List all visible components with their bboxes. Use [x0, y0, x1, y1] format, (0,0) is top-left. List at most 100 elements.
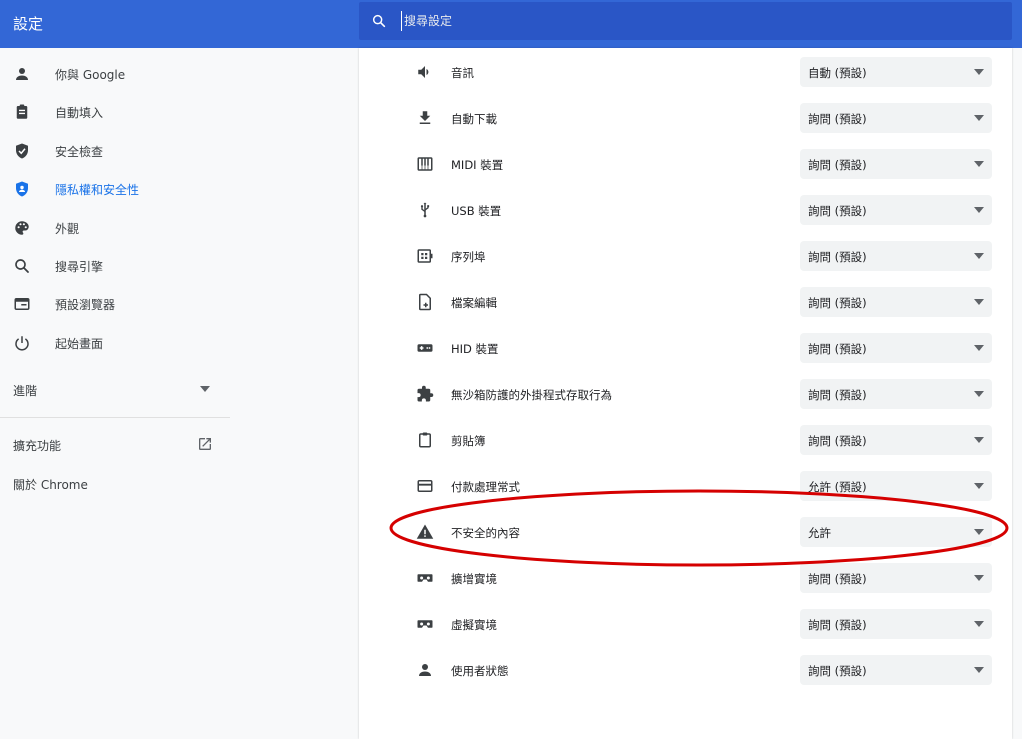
sidebar-item-safety-check[interactable]: 安全檢查: [0, 132, 232, 170]
permission-row-automatic-downloads[interactable]: 自動下載 詢問 (預設): [359, 95, 1012, 141]
search-input[interactable]: [401, 11, 984, 31]
permission-row-hid-devices[interactable]: HID 裝置 詢問 (預設): [359, 325, 1012, 371]
permission-select-value: 詢問 (預設): [808, 434, 867, 448]
warning-icon: [416, 524, 434, 539]
sidebar-item-label: 預設瀏覽器: [55, 298, 116, 312]
permission-select-value: 允許 (預設): [808, 480, 867, 494]
caret-down-icon: [974, 529, 984, 535]
permission-row-sound[interactable]: 音訊 自動 (預設): [359, 49, 1012, 95]
caret-down-icon: [974, 391, 984, 397]
download-icon: [419, 111, 431, 124]
permission-row-virtual-reality[interactable]: 虛擬實境 詢問 (預設): [359, 601, 1012, 647]
permission-label: 音訊: [451, 66, 474, 80]
piano-icon: [417, 157, 433, 171]
permission-select[interactable]: 詢問 (預設): [800, 425, 992, 455]
power-icon: [15, 336, 29, 351]
palette-icon: [15, 221, 29, 235]
sidebar-item-privacy[interactable]: 隱私權和安全性: [0, 170, 232, 208]
sidebar-item-extensions[interactable]: 擴充功能: [0, 430, 232, 460]
caret-down-icon: [974, 345, 984, 351]
sidebar-item-search-engine[interactable]: 搜尋引擎: [0, 247, 232, 285]
permission-row-file-editing[interactable]: 檔案編輯 詢問 (預設): [359, 279, 1012, 325]
site-permissions-panel: 音訊 自動 (預設) 自動下載 詢問 (預設) MIDI 裝置 詢問 (預設) …: [359, 48, 1012, 739]
sidebar-divider: [0, 417, 230, 418]
sidebar-item-about-chrome[interactable]: 關於 Chrome: [0, 469, 232, 499]
permission-select-value: 詢問 (預設): [808, 112, 867, 126]
permission-select-value: 詢問 (預設): [808, 572, 867, 586]
permission-select[interactable]: 詢問 (預設): [800, 379, 992, 409]
caret-down-icon: [974, 115, 984, 121]
permission-select[interactable]: 詢問 (預設): [800, 149, 992, 179]
permission-row-augmented-reality[interactable]: 擴增實境 詢問 (預設): [359, 555, 1012, 601]
sidebar-item-default-browser[interactable]: 預設瀏覽器: [0, 285, 232, 323]
sidebar-about-label: 關於 Chrome: [13, 478, 88, 492]
sidebar-item-you-and-google[interactable]: 你與 Google: [0, 55, 232, 93]
page-title: 設定: [13, 15, 44, 33]
permission-row-payment-handlers[interactable]: 付款處理常式 允許 (預設): [359, 463, 1012, 509]
permission-label: MIDI 裝置: [451, 158, 504, 172]
sidebar-advanced[interactable]: 進階: [0, 373, 232, 405]
caret-down-icon: [974, 161, 984, 167]
permission-select-value: 允許: [808, 526, 831, 540]
permission-row-clipboard[interactable]: 剪貼簿 詢問 (預設): [359, 417, 1012, 463]
permission-select-value: 自動 (預設): [808, 66, 867, 80]
caret-down-icon: [974, 621, 984, 627]
speaker-icon: [418, 66, 429, 78]
permission-select[interactable]: 詢問 (預設): [800, 241, 992, 271]
clipboard-icon: [16, 104, 28, 119]
permission-select[interactable]: 允許: [800, 517, 992, 547]
permission-select[interactable]: 詢問 (預設): [800, 287, 992, 317]
clipboard-icon: [419, 432, 431, 448]
permission-select-value: 詢問 (預設): [808, 618, 867, 632]
permission-select-value: 詢問 (預設): [808, 204, 867, 218]
caret-down-icon: [974, 667, 984, 673]
sidebar-item-label: 起始畫面: [55, 337, 104, 351]
permission-label: 擴增實境: [451, 572, 497, 586]
permission-select-value: 詢問 (預設): [808, 296, 867, 310]
permission-row-serial-ports[interactable]: 序列埠 詢問 (預設): [359, 233, 1012, 279]
caret-down-icon: [974, 575, 984, 581]
permission-select-value: 詢問 (預設): [808, 250, 867, 264]
gamepad-icon: [417, 344, 433, 352]
permission-select[interactable]: 詢問 (預設): [800, 195, 992, 225]
permission-label: 剪貼簿: [451, 434, 486, 448]
sidebar-item-autofill[interactable]: 自動填入: [0, 93, 232, 131]
permission-row-unsandboxed-plugins[interactable]: 無沙箱防護的外掛程式存取行為 詢問 (預設): [359, 371, 1012, 417]
permission-label: 付款處理常式: [451, 480, 520, 494]
permission-row-usb-devices[interactable]: USB 裝置 詢問 (預設): [359, 187, 1012, 233]
sidebar-item-appearance[interactable]: 外觀: [0, 209, 232, 247]
permission-select-value: 詢問 (預設): [808, 664, 867, 678]
permission-select-value: 詢問 (預設): [808, 342, 867, 356]
credit-card-icon: [417, 480, 433, 492]
permission-label: 無沙箱防護的外掛程式存取行為: [451, 388, 612, 402]
permission-row-midi-devices[interactable]: MIDI 裝置 詢問 (預設): [359, 141, 1012, 187]
permission-select[interactable]: 詢問 (預設): [800, 333, 992, 363]
permission-select[interactable]: 詢問 (預設): [800, 103, 992, 133]
sidebar-item-label: 隱私權和安全性: [55, 183, 140, 197]
permission-select[interactable]: 允許 (預設): [800, 471, 992, 501]
search-box[interactable]: [359, 2, 1012, 40]
permission-select[interactable]: 詢問 (預設): [800, 563, 992, 593]
browser-icon: [14, 298, 30, 310]
person-icon: [419, 664, 431, 676]
permission-select[interactable]: 自動 (預設): [800, 57, 992, 87]
sidebar: 你與 Google 自動填入 安全檢查 隱私權和安全性 外觀 搜尋引擎 預設瀏覽…: [0, 48, 232, 739]
search-icon: [372, 14, 386, 28]
vr-headset-icon: [417, 574, 433, 582]
sidebar-item-label: 自動填入: [55, 106, 104, 120]
permission-row-user-state[interactable]: 使用者狀態 詢問 (預設): [359, 647, 1012, 693]
caret-down-icon: [974, 253, 984, 259]
sidebar-item-label: 外觀: [55, 222, 80, 236]
permission-label: USB 裝置: [451, 204, 502, 218]
permission-row-insecure-content[interactable]: 不安全的內容 允許: [359, 509, 1012, 555]
privacy-shield-icon: [16, 181, 28, 197]
permission-label: 自動下載: [451, 112, 497, 126]
permission-select-value: 詢問 (預設): [808, 388, 867, 402]
sidebar-item-on-startup[interactable]: 起始畫面: [0, 324, 232, 362]
shield-check-icon: [16, 143, 28, 159]
permission-label: 檔案編輯: [451, 296, 497, 310]
person-icon: [16, 68, 28, 80]
permission-select[interactable]: 詢問 (預設): [800, 609, 992, 639]
permission-select[interactable]: 詢問 (預設): [800, 655, 992, 685]
file-edit-icon: [419, 293, 431, 311]
